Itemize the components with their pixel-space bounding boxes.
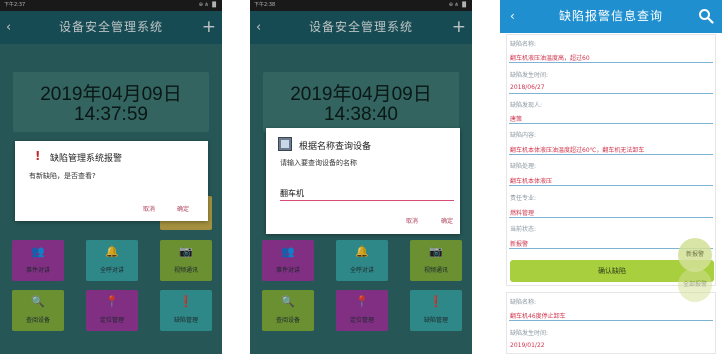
field-value-specialty: 燃料管理 bbox=[510, 210, 535, 217]
field-label-time: 缺陷发生时间: bbox=[510, 72, 549, 79]
field-value-handling: 翻车机本体液压 bbox=[510, 178, 553, 185]
ok-button[interactable]: 确定 bbox=[441, 216, 453, 225]
search-dialog: 根据名称查询设备 请输入要查询设备的名称 取消 确定 bbox=[266, 128, 460, 234]
divider bbox=[509, 217, 713, 218]
device-name-input[interactable] bbox=[280, 186, 454, 201]
field-label-defect-name: 缺陷名称: bbox=[510, 299, 537, 306]
defect-card[interactable]: 缺陷名称: 翻车机46度停止卸车 缺陷发生时间: 2019/01/22 bbox=[506, 292, 716, 354]
field-label-finder: 缺陷发现人: bbox=[510, 102, 543, 109]
all-alarm-float-button[interactable]: 全部报警 bbox=[678, 268, 712, 302]
field-value-finder: 唐策 bbox=[510, 116, 523, 123]
dialog-title: 根据名称查询设备 bbox=[299, 142, 372, 152]
phone-screen-search-dialog: 下午2:38 ⊕ ⋔ ▐▌ ‹ 设备安全管理系统 + 2019年04月09日 1… bbox=[250, 0, 472, 354]
dialog-message: 请输入要查询设备的名称 bbox=[280, 159, 357, 167]
field-value-time: 2018/06/27 bbox=[510, 84, 545, 91]
divider bbox=[509, 185, 713, 186]
dialog-message: 有新缺陷，是否查看? bbox=[29, 172, 96, 180]
field-label-content: 缺陷内容: bbox=[510, 132, 537, 139]
phone-screen-alarm-dialog: 下午2:37 ⊕ ⋔ ▐▌ ‹ 设备安全管理系统 + 2019年04月09日 1… bbox=[0, 0, 222, 354]
field-value-status: 新报警 bbox=[510, 241, 529, 248]
field-value-defect-name: 翻车机液压油温度高，超过60 bbox=[510, 55, 590, 62]
divider bbox=[509, 62, 713, 63]
alarm-dialog: ! 缺陷管理系统报警 有新缺陷，是否查看? 取消 确定 bbox=[15, 141, 208, 221]
field-label-defect-name: 缺陷名称: bbox=[510, 41, 537, 48]
field-value-time: 2019/01/22 bbox=[510, 342, 545, 349]
field-label-specialty: 责任专业: bbox=[510, 195, 537, 202]
divider bbox=[509, 154, 713, 155]
divider bbox=[509, 320, 713, 321]
device-icon bbox=[278, 137, 292, 151]
field-value-defect-name: 翻车机46度停止卸车 bbox=[510, 313, 566, 320]
dialog-title: 缺陷管理系统报警 bbox=[50, 154, 123, 164]
field-label-status: 当前状态: bbox=[510, 226, 537, 233]
search-icon[interactable] bbox=[698, 8, 714, 24]
title-bar: ‹ 缺陷报警信息查询 bbox=[500, 0, 722, 33]
alert-icon: ! bbox=[35, 149, 41, 163]
ok-button[interactable]: 确定 bbox=[177, 204, 189, 213]
cancel-button[interactable]: 取消 bbox=[143, 204, 155, 213]
cancel-button[interactable]: 取消 bbox=[406, 216, 418, 225]
field-label-time: 缺陷发生时间: bbox=[510, 330, 549, 337]
page-title: 缺陷报警信息查询 bbox=[558, 9, 663, 23]
divider bbox=[509, 123, 713, 124]
new-alarm-float-button[interactable]: 新报警 bbox=[678, 238, 712, 272]
divider bbox=[509, 93, 713, 94]
field-label-handling: 缺陷处理: bbox=[510, 163, 537, 170]
field-value-content: 翻车机本体液压油温度超过60℃，翻车机无法卸车 bbox=[510, 147, 645, 154]
